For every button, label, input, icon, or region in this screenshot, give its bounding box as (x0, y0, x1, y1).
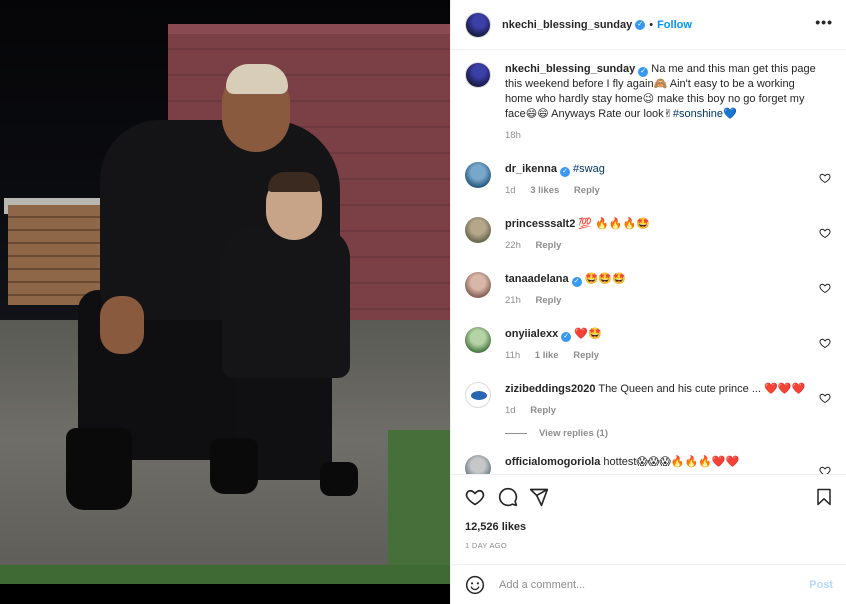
post-actions: 12,526 likes 1 DAY AGO (451, 474, 846, 564)
commenter-avatar[interactable] (465, 217, 491, 243)
post-header: nkechi_blessing_sunday ✓ • Follow ••• (451, 0, 846, 50)
verified-badge-icon: ✓ (638, 67, 649, 77)
comment-meta: 1d 3 likes Reply (505, 183, 825, 198)
follow-button[interactable]: Follow (657, 19, 692, 31)
commenter-avatar[interactable] (465, 327, 491, 353)
caption-meta: 18h (505, 128, 825, 143)
heart-icon[interactable] (819, 337, 831, 349)
comment-input[interactable]: Add a comment... (499, 579, 809, 591)
likes-count[interactable]: 12,526 likes (465, 521, 833, 533)
comment-icon[interactable] (498, 487, 518, 507)
author-avatar[interactable] (465, 11, 491, 38)
comment-text: The Queen and his cute prince ... ❤️❤️❤️ (598, 383, 806, 395)
photo-letterbox (0, 584, 450, 604)
comment-row: tanaadelana ✓ 🤩🤩🤩 21h Reply (465, 272, 833, 308)
comment-username[interactable]: zizibeddings2020 (505, 383, 595, 395)
comment-time: 11h (505, 350, 521, 361)
comment-time: 22h (505, 240, 521, 251)
comment-time: 21h (505, 295, 521, 306)
comment-row: officialomogoriola hottest😱😱😱🔥🔥🔥❤️❤️ (465, 455, 833, 474)
woman-figure-boot (66, 428, 132, 510)
commenter-avatar[interactable] (465, 382, 491, 408)
post-photo[interactable] (0, 0, 450, 604)
caption-hashtag[interactable]: #sonshine💙 (673, 108, 737, 120)
emoji-icon[interactable] (465, 575, 485, 595)
boy-figure-hair (268, 172, 320, 192)
comment-row: onyiialexx ✓ ❤️🤩 11h 1 like Reply (465, 327, 833, 363)
woman-figure-hand (100, 296, 144, 354)
comment-time: 1d (505, 405, 516, 416)
heart-icon[interactable] (819, 282, 831, 294)
verified-badge-icon: ✓ (635, 19, 646, 30)
comment-text: hottest😱😱😱🔥🔥🔥❤️❤️ (603, 456, 740, 468)
heart-icon[interactable] (819, 172, 831, 184)
comment-username[interactable]: officialomogoriola (505, 456, 600, 468)
reply-button[interactable]: Reply (530, 405, 556, 416)
comment-username[interactable]: tanaadelana (505, 273, 569, 285)
comment-likes[interactable]: 1 like (535, 350, 559, 361)
commenter-avatar[interactable] (465, 162, 491, 188)
comment-likes[interactable]: 3 likes (530, 185, 559, 196)
reply-button[interactable]: Reply (573, 350, 599, 361)
heart-icon[interactable] (819, 465, 831, 474)
share-icon[interactable] (529, 487, 549, 507)
caption-username[interactable]: nkechi_blessing_sunday (505, 63, 635, 75)
reply-button[interactable]: Reply (536, 240, 562, 251)
boy-figure-shoe (320, 462, 358, 496)
comment-username[interactable]: princesssalt2 (505, 218, 575, 230)
comment-time: 1d (505, 185, 516, 196)
comment-meta: 21h Reply (505, 293, 825, 308)
author-avatar[interactable] (465, 62, 491, 88)
post-timestamp: 1 DAY AGO (465, 541, 508, 550)
post-modal: nkechi_blessing_sunday ✓ • Follow ••• nk… (0, 0, 846, 604)
heart-icon[interactable] (819, 227, 831, 239)
commenter-avatar[interactable] (465, 272, 491, 298)
comment-meta: 11h 1 like Reply (505, 348, 825, 363)
view-replies-button[interactable]: View replies (1) (505, 428, 833, 439)
heart-icon[interactable] (465, 487, 485, 507)
author-username[interactable]: nkechi_blessing_sunday (502, 19, 632, 31)
view-replies-label: View replies (1) (539, 428, 608, 439)
photo-grass-bottom (0, 565, 450, 585)
comment-text: 🤩🤩🤩 (584, 273, 626, 285)
verified-badge-icon: ✓ (559, 167, 570, 177)
comment-row: zizibeddings2020 The Queen and his cute … (465, 382, 833, 418)
comment-row: princesssalt2 💯 🔥🔥🔥🤩 22h Reply (465, 217, 833, 253)
comment-text: 💯 🔥🔥🔥🤩 (578, 218, 650, 230)
caption-time: 18h (505, 130, 521, 141)
reply-button[interactable]: Reply (574, 185, 600, 196)
zizi-logo-icon (471, 391, 487, 400)
post-side-panel: nkechi_blessing_sunday ✓ • Follow ••• nk… (450, 0, 846, 604)
post-comment-button[interactable]: Post (809, 579, 833, 591)
comment-text: ❤️🤩 (574, 328, 602, 340)
more-options-icon[interactable]: ••• (815, 15, 833, 29)
comment-row: dr_ikenna ✓ #swag 1d 3 likes Reply (465, 162, 833, 198)
caption-text-block: nkechi_blessing_sunday ✓ Na me and this m… (505, 62, 825, 122)
comments-list[interactable]: nkechi_blessing_sunday ✓ Na me and this m… (451, 50, 846, 474)
verified-badge-icon: ✓ (571, 277, 582, 287)
reply-button[interactable]: Reply (536, 295, 562, 306)
comment-meta: 22h Reply (505, 238, 825, 253)
boy-figure-shoe (212, 458, 256, 492)
comment-hashtag[interactable]: #swag (573, 163, 605, 175)
commenter-avatar[interactable] (465, 455, 491, 474)
woman-figure-hair (226, 64, 288, 94)
comment-meta: 1d Reply (505, 403, 825, 418)
caption: nkechi_blessing_sunday ✓ Na me and this m… (465, 62, 833, 143)
view-replies-line (505, 433, 527, 434)
bookmark-icon[interactable] (815, 487, 833, 507)
photo-grass-right (388, 430, 450, 580)
boy-figure-jacket (222, 228, 350, 378)
header-dot-separator: • (649, 18, 654, 31)
photo-wall-trim (168, 24, 450, 34)
comment-username[interactable]: dr_ikenna (505, 163, 557, 175)
verified-badge-icon: ✓ (561, 332, 572, 342)
add-comment-bar: Add a comment... Post (451, 564, 846, 604)
comment-username[interactable]: onyiialexx (505, 328, 558, 340)
heart-icon[interactable] (819, 392, 831, 404)
